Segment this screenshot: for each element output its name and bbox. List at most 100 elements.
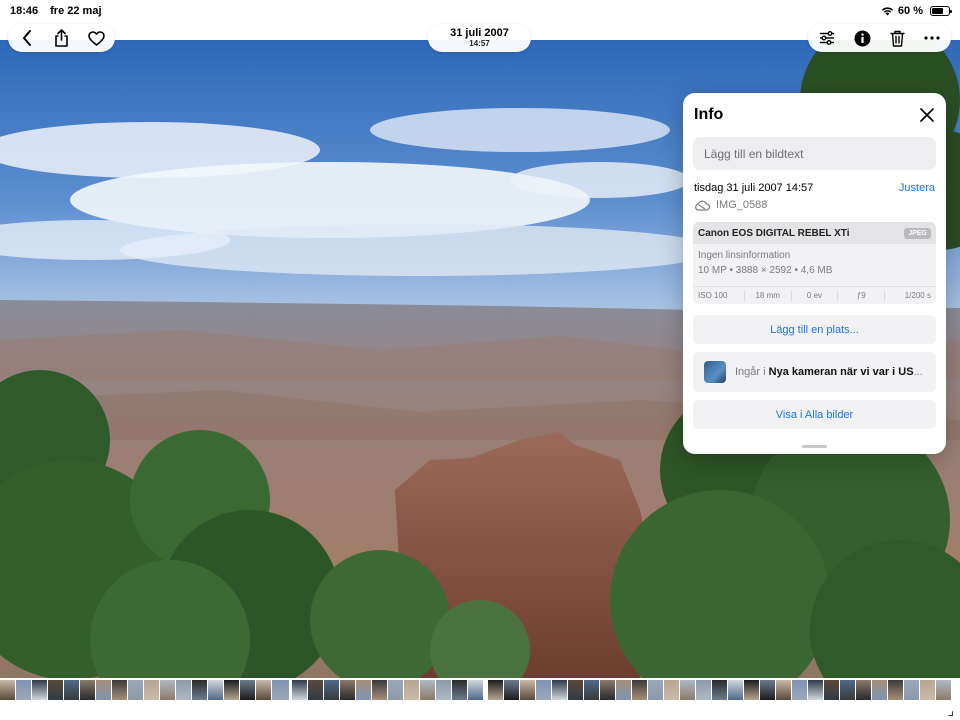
filmstrip-thumbnail[interactable] <box>488 680 503 700</box>
nav-left-group <box>8 24 115 52</box>
close-button[interactable] <box>918 106 936 124</box>
filmstrip-thumbnail[interactable] <box>824 680 839 700</box>
album-suffix: ... <box>913 366 923 378</box>
filmstrip-thumbnail[interactable] <box>872 680 887 700</box>
filmstrip-thumbnail[interactable] <box>696 680 711 700</box>
filmstrip-thumbnail[interactable] <box>144 680 159 700</box>
delete-button[interactable] <box>886 27 908 49</box>
filmstrip-thumbnail[interactable] <box>728 680 743 700</box>
exif-exposure: 0 ev <box>790 290 838 301</box>
filmstrip-thumbnail[interactable] <box>856 680 871 700</box>
close-icon <box>920 108 934 122</box>
filmstrip-thumbnail[interactable] <box>436 680 451 700</box>
show-in-all-photos-button[interactable]: Visa i Alla bilder <box>693 400 936 429</box>
filmstrip-thumbnail[interactable] <box>80 680 95 700</box>
chevron-left-icon <box>23 30 31 46</box>
filmstrip-thumbnail[interactable] <box>192 680 207 700</box>
filmstrip-thumbnail[interactable] <box>372 680 387 700</box>
filmstrip-thumbnail[interactable] <box>420 680 435 700</box>
album-thumbnail <box>704 361 726 383</box>
more-icon <box>924 36 940 40</box>
edit-button[interactable] <box>816 27 838 49</box>
filmstrip-thumbnail[interactable] <box>504 680 519 700</box>
filmstrip-thumbnail[interactable] <box>452 680 467 700</box>
status-date: fre 22 maj <box>50 5 102 17</box>
album-name: Nya kameran när vi var i US <box>768 366 914 378</box>
heart-icon <box>87 30 105 46</box>
filmstrip-thumbnail[interactable] <box>536 680 551 700</box>
filmstrip-thumbnail[interactable] <box>176 680 191 700</box>
filmstrip-thumbnail[interactable] <box>468 680 483 700</box>
filmstrip-thumbnail[interactable] <box>792 680 807 700</box>
battery-icon <box>930 6 952 16</box>
filmstrip-thumbnail[interactable] <box>256 680 271 700</box>
filmstrip-thumbnail[interactable] <box>712 680 727 700</box>
corner-indicator: ⌟ <box>947 702 954 718</box>
filmstrip-thumbnail[interactable] <box>16 680 31 700</box>
filmstrip-thumbnail[interactable] <box>340 680 355 700</box>
filmstrip-thumbnail[interactable] <box>600 680 615 700</box>
filmstrip-thumbnail[interactable] <box>64 680 79 700</box>
trash-icon <box>889 30 905 47</box>
share-icon <box>55 29 68 47</box>
filmstrip-thumbnail[interactable] <box>112 680 127 700</box>
header-time: 14:57 <box>469 39 490 48</box>
filmstrip-thumbnail[interactable] <box>552 680 567 700</box>
back-button[interactable] <box>16 27 38 49</box>
filmstrip-thumbnail[interactable] <box>404 680 419 700</box>
filmstrip-thumbnail[interactable] <box>616 680 631 700</box>
filmstrip-thumbnail[interactable] <box>904 680 919 700</box>
filmstrip-thumbnail[interactable] <box>920 680 935 700</box>
filmstrip-thumbnail[interactable] <box>520 680 535 700</box>
filmstrip-thumbnail[interactable] <box>840 680 855 700</box>
filmstrip-thumbnail[interactable] <box>808 680 823 700</box>
filmstrip-thumbnail[interactable] <box>271 679 290 701</box>
filmstrip-thumbnail[interactable] <box>388 680 403 700</box>
adjust-link[interactable]: Justera <box>899 182 935 194</box>
caption-input[interactable] <box>693 137 936 170</box>
favorite-button[interactable] <box>85 27 107 49</box>
more-button[interactable] <box>921 27 943 49</box>
filmstrip-thumbnail[interactable] <box>96 680 111 700</box>
filmstrip-thumbnail[interactable] <box>760 680 775 700</box>
filmstrip-thumbnail[interactable] <box>160 680 175 700</box>
filmstrip-thumbnail[interactable] <box>0 680 15 700</box>
filmstrip-thumbnail[interactable] <box>744 680 759 700</box>
exif-focal-length: 18 mm <box>743 290 791 301</box>
filmstrip-thumbnail[interactable] <box>584 680 599 700</box>
filmstrip-thumbnail[interactable] <box>128 680 143 700</box>
filmstrip-thumbnail[interactable] <box>240 680 255 700</box>
status-bar: 18:46 fre 22 maj 60 % <box>0 0 960 22</box>
exif-shutter: 1/200 s <box>884 290 936 301</box>
filename: IMG_0588 <box>716 199 768 211</box>
panel-grabber[interactable] <box>802 445 827 448</box>
filmstrip-thumbnail[interactable] <box>324 680 339 700</box>
filmstrip-thumbnail[interactable] <box>888 680 903 700</box>
album-text: Ingår i Nya kameran när vi var i US... <box>735 366 933 378</box>
exif-iso: ISO 100 <box>698 290 728 300</box>
info-title: Info <box>694 106 724 123</box>
filmstrip-thumbnail[interactable] <box>48 680 63 700</box>
filmstrip-thumbnail[interactable] <box>648 680 663 700</box>
filmstrip-thumbnail[interactable] <box>664 680 679 700</box>
cloud-icon <box>695 200 710 211</box>
share-button[interactable] <box>51 27 73 49</box>
date-header[interactable]: 31 juli 2007 14:57 <box>428 24 531 52</box>
camera-card: Canon EOS DIGITAL REBEL XTi JPEG Ingen l… <box>693 222 936 304</box>
filmstrip-thumbnail[interactable] <box>224 680 239 700</box>
filmstrip-thumbnail[interactable] <box>292 680 307 700</box>
filmstrip[interactable] <box>0 679 960 701</box>
filmstrip-thumbnail[interactable] <box>680 680 695 700</box>
filmstrip-thumbnail[interactable] <box>356 680 371 700</box>
filmstrip-thumbnail[interactable] <box>568 680 583 700</box>
filmstrip-thumbnail[interactable] <box>308 680 323 700</box>
filmstrip-thumbnail[interactable] <box>208 680 223 700</box>
info-button[interactable] <box>851 27 873 49</box>
filmstrip-thumbnail[interactable] <box>32 680 47 700</box>
filmstrip-thumbnail[interactable] <box>776 680 791 700</box>
filmstrip-thumbnail[interactable] <box>936 680 951 700</box>
add-location-button[interactable]: Lägg till en plats... <box>693 315 936 344</box>
filmstrip-thumbnail[interactable] <box>632 680 647 700</box>
status-time: 18:46 <box>10 5 39 17</box>
album-row[interactable]: Ingår i Nya kameran när vi var i US... <box>693 352 936 392</box>
